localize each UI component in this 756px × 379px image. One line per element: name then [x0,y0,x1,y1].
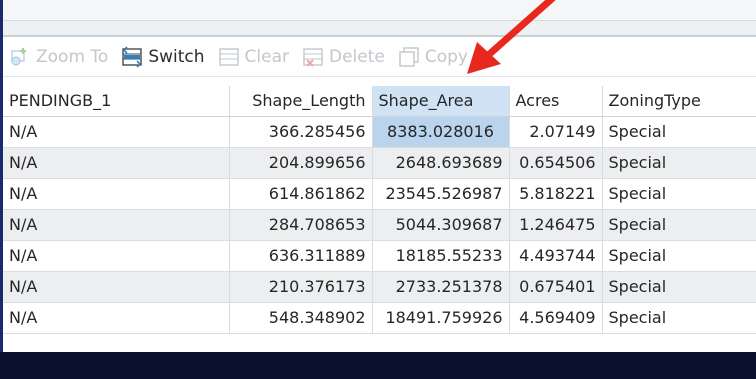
copy-label: Copy [424,47,468,67]
cell-pendingb-1[interactable]: N/A [3,240,230,272]
cell-shape-length[interactable]: 284.708653 [229,209,373,241]
cell-shape-area[interactable]: 18185.55233 [372,240,510,272]
cell-shape-length[interactable]: 636.311889 [229,240,373,272]
cell-shape-area[interactable]: 2648.693689 [372,147,510,179]
table-tab-strip [3,21,756,37]
cell-acres[interactable]: 5.818221 [509,178,603,210]
table-row[interactable]: N/A 204.899656 2648.693689 0.654506 Spec… [3,147,756,179]
delete-button[interactable]: Delete [296,38,392,76]
cell-shape-area[interactable]: 23545.526987 [372,178,510,210]
cell-acres[interactable]: 4.569409 [509,302,603,334]
attribute-table: PENDINGB_1 Shape_Length Shape_Area Acres… [3,86,756,334]
switch-label: Switch [148,47,205,67]
cell-pendingb-1[interactable]: N/A [3,271,230,303]
cell-zoning-type[interactable]: Special [602,147,756,179]
cell-acres[interactable]: 4.493744 [509,240,603,272]
column-header-acres[interactable]: Acres [509,86,603,117]
delete-icon [302,46,324,68]
cell-shape-area[interactable]: 5044.309687 [372,209,510,241]
cell-shape-area[interactable]: 18491.759926 [372,302,510,334]
clear-button[interactable]: Clear [212,38,296,76]
clear-label: Clear [244,47,289,67]
column-header-pendingb-1[interactable]: PENDINGB_1 [3,86,230,117]
cell-pendingb-1[interactable]: N/A [3,209,230,241]
table-row[interactable]: N/A 284.708653 5044.309687 1.246475 Spec… [3,209,756,241]
cell-shape-length[interactable]: 614.861862 [229,178,373,210]
cell-zoning-type[interactable]: Special [602,271,756,303]
zoom-to-label: Zoom To [36,47,109,67]
zoom-to-icon [9,46,31,68]
zoom-to-button[interactable]: Zoom To [3,38,115,76]
switch-selection-icon [121,46,143,68]
cell-pendingb-1[interactable]: N/A [3,116,230,148]
table-row[interactable]: N/A 548.348902 18491.759926 4.569409 Spe… [3,302,756,334]
cell-shape-length[interactable]: 210.376173 [229,271,373,303]
copy-icon [398,46,420,68]
cell-zoning-type[interactable]: Special [602,240,756,272]
cell-zoning-type[interactable]: Special [602,209,756,241]
clear-selection-icon [218,46,240,68]
cell-shape-length[interactable]: 366.285456 [229,116,373,148]
cell-shape-area[interactable]: 2733.251378 [372,271,510,303]
cell-shape-length[interactable]: 204.899656 [229,147,373,179]
column-header-zoning-type[interactable]: ZoningType [602,86,756,117]
cell-shape-length[interactable]: 548.348902 [229,302,373,334]
column-header-shape-length[interactable]: Shape_Length [229,86,373,117]
cell-zoning-type[interactable]: Special [602,116,756,148]
table-title-strip [3,0,756,21]
cell-pendingb-1[interactable]: N/A [3,147,230,179]
table-toolbar: Zoom To Switch Clear Delete Copy [3,38,756,77]
cell-shape-area-selected[interactable]: 8383.028016 [372,116,510,148]
table-row[interactable]: N/A 210.376173 2733.251378 0.675401 Spec… [3,271,756,303]
table-row[interactable]: N/A 614.861862 23545.526987 5.818221 Spe… [3,178,756,210]
table-header-row: PENDINGB_1 Shape_Length Shape_Area Acres… [3,86,756,117]
column-header-shape-area[interactable]: Shape_Area [372,86,510,117]
delete-label: Delete [329,47,385,67]
table-row[interactable]: N/A 636.311889 18185.55233 4.493744 Spec… [3,240,756,272]
cell-acres[interactable]: 1.246475 [509,209,603,241]
cell-acres[interactable]: 0.654506 [509,147,603,179]
cell-acres[interactable]: 0.675401 [509,271,603,303]
cell-pendingb-1[interactable]: N/A [3,302,230,334]
attribute-table-panel: Zoom To Switch Clear Delete Copy PENDING… [0,0,756,352]
cell-acres[interactable]: 2.07149 [509,116,603,148]
table-row[interactable]: N/A 366.285456 8383.028016 2.07149 Speci… [3,116,756,148]
cell-zoning-type[interactable]: Special [602,302,756,334]
copy-button[interactable]: Copy [392,38,475,76]
switch-button[interactable]: Switch [115,38,211,76]
cell-zoning-type[interactable]: Special [602,178,756,210]
cell-pendingb-1[interactable]: N/A [3,178,230,210]
